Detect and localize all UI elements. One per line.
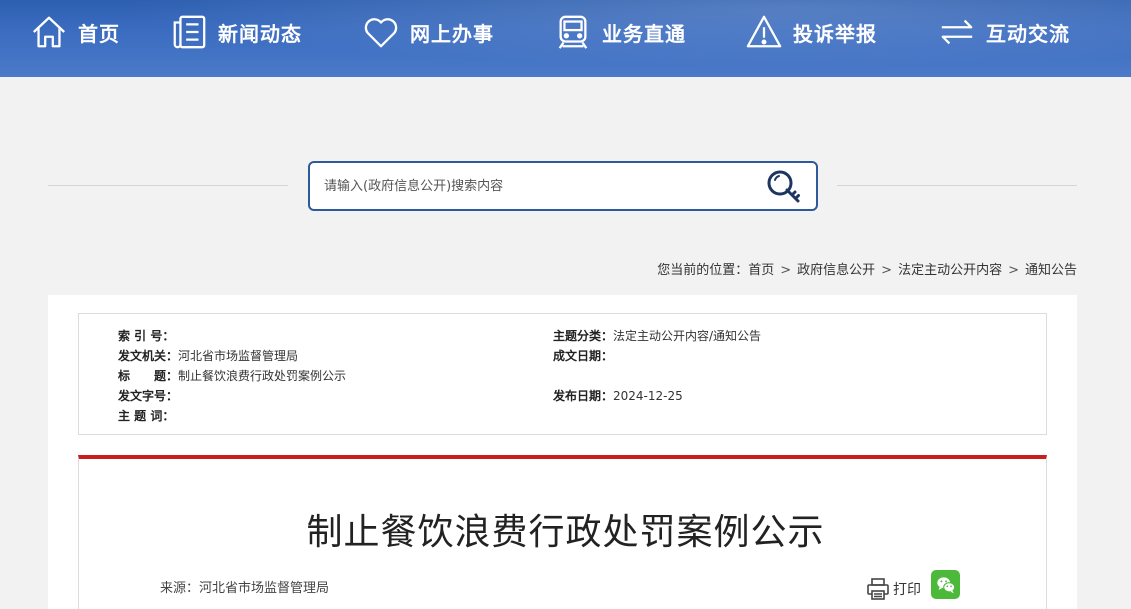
nav-item-business[interactable]: 业务直通 [554, 10, 686, 54]
wechat-share-button[interactable] [931, 570, 960, 599]
nav-item-online-service[interactable]: 网上办事 [362, 10, 494, 54]
info-value: 法定主动公开内容/通知公告 [613, 329, 762, 343]
info-issuer: 发文机关：河北省市场监督管理局 [118, 347, 298, 364]
nav-item-label: 业务直通 [602, 21, 686, 46]
nav-item-label: 新闻动态 [218, 21, 302, 46]
nav-item-complaint[interactable]: 投诉举报 [745, 10, 877, 54]
breadcrumb-separator: > [780, 263, 792, 278]
search-key-icon [767, 170, 800, 203]
info-label: 主题分类： [553, 329, 614, 343]
info-label: 索 引 号： [118, 329, 175, 343]
breadcrumb-separator: > [881, 263, 893, 278]
article-source: 来源：河北省市场监督管理局 [160, 581, 330, 596]
info-label: 主 题 词： [118, 409, 175, 423]
exchange-icon [941, 19, 973, 45]
info-value: 制止餐饮浪费行政处罚案例公示 [178, 369, 347, 383]
search-divider-left [48, 185, 288, 186]
info-category: 主题分类：法定主动公开内容/通知公告 [553, 327, 761, 344]
breadcrumb: 您当前的位置：首页 > 政府信息公开 > 法定主动公开内容 > 通知公告 [657, 259, 1077, 278]
search-divider-right [837, 185, 1077, 186]
info-label: 成文日期： [553, 349, 614, 363]
info-doc-no: 发文字号： [118, 387, 178, 404]
train-icon [558, 15, 588, 49]
breadcrumb-prefix: 您当前的位置： [657, 263, 749, 278]
breadcrumb-item-gov-info[interactable]: 政府信息公开 [797, 263, 875, 278]
breadcrumb-item-home[interactable]: 首页 [748, 263, 774, 278]
search-button[interactable] [764, 167, 804, 207]
info-label: 发布日期： [553, 389, 614, 403]
info-value: 河北省市场监督管理局 [178, 349, 299, 363]
info-label: 发文机关： [118, 349, 179, 363]
printer-icon [867, 578, 889, 600]
nav-item-label: 投诉举报 [793, 21, 877, 46]
nav-item-home[interactable]: 首页 [30, 10, 120, 54]
nav-item-label: 首页 [78, 21, 120, 46]
nav-item-label: 互动交流 [986, 21, 1070, 46]
search-input[interactable] [324, 163, 754, 209]
print-button[interactable]: 打印 [866, 577, 921, 601]
wechat-icon [936, 576, 955, 593]
home-icon [33, 16, 65, 48]
article-title: 制止餐饮浪费行政处罚案例公示 [306, 512, 825, 553]
info-label: 发文字号： [118, 389, 179, 403]
info-value: 2024-12-25 [613, 389, 683, 403]
nav-item-label: 网上办事 [410, 21, 494, 46]
breadcrumb-item-notices[interactable]: 通知公告 [1025, 263, 1077, 278]
info-keywords: 主 题 词： [118, 407, 174, 424]
info-written-date: 成文日期： [553, 347, 613, 364]
warning-icon [746, 15, 782, 48]
breadcrumb-separator: > [1008, 263, 1019, 278]
info-title: 标 题：制止餐饮浪费行政处罚案例公示 [118, 367, 346, 384]
info-publish-date: 发布日期：2024-12-25 [553, 387, 683, 404]
news-icon [173, 15, 206, 49]
breadcrumb-item-statutory[interactable]: 法定主动公开内容 [898, 263, 1002, 278]
info-label: 标 题： [118, 369, 179, 383]
nav-item-interaction[interactable]: 互动交流 [938, 10, 1070, 54]
info-index-no: 索 引 号： [118, 327, 174, 344]
top-navigation: 首页 新闻动态 网上办事 业务直通 投诉举报 互动交流 [0, 0, 1131, 77]
search-box [308, 161, 818, 211]
heart-icon [364, 18, 398, 48]
print-label: 打印 [893, 582, 921, 598]
nav-item-news[interactable]: 新闻动态 [170, 10, 302, 54]
